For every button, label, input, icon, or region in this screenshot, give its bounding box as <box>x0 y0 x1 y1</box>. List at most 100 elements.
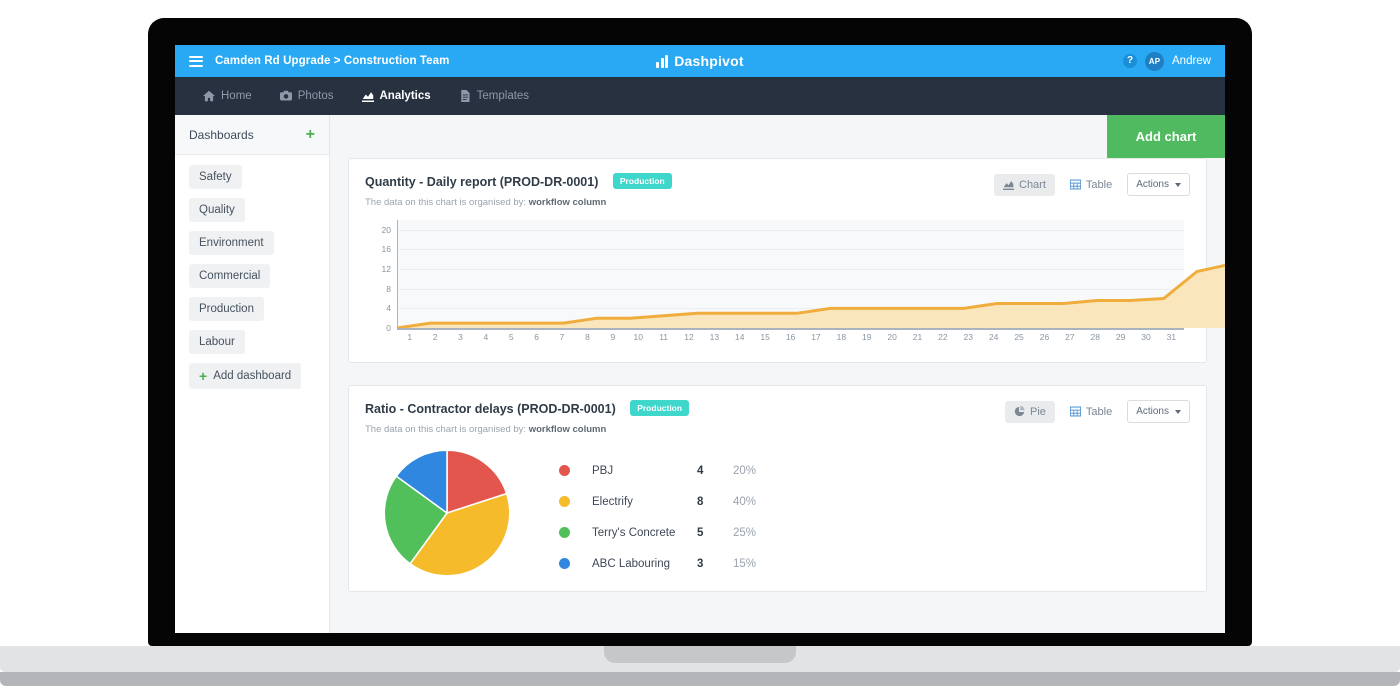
legend-label: ABC Labouring <box>592 557 670 570</box>
view-toggle-table[interactable]: Table <box>1061 401 1121 423</box>
status-badge: Production <box>612 172 672 189</box>
card-title-wrap: Quantity - Daily report (PROD-DR-0001) P… <box>365 172 994 208</box>
sidebar-item-environment[interactable]: Environment <box>189 231 274 255</box>
card-controls: Chart Table Actions <box>994 173 1190 196</box>
browser-screen: Camden Rd Upgrade > Construction Team Da… <box>175 45 1225 633</box>
sidebar: Dashboards + Safety Quality Environment … <box>175 115 330 633</box>
actions-dropdown[interactable]: Actions <box>1127 173 1190 196</box>
analytics-icon <box>361 90 374 102</box>
card-header: Ratio - Contractor delays (PROD-DR-0001)… <box>365 399 1190 435</box>
card-title-wrap: Ratio - Contractor delays (PROD-DR-0001)… <box>365 399 1005 435</box>
nav-item-home[interactable]: Home <box>191 77 264 115</box>
help-icon[interactable]: ? <box>1123 54 1137 68</box>
legend-color-dot <box>559 558 570 569</box>
view-toggle-pie-label: Pie <box>1030 405 1046 418</box>
x-axis-tick-label: 16 <box>785 332 796 342</box>
view-toggle-table-label: Table <box>1085 405 1113 418</box>
x-axis-tick-label: 30 <box>1141 332 1151 342</box>
x-axis-tick-label: 27 <box>1065 332 1075 342</box>
avatar[interactable]: AP <box>1145 51 1164 71</box>
x-axis-tick-label: 17 <box>811 332 821 342</box>
card-subtitle-strong: workflow column <box>528 424 607 435</box>
x-axis-line <box>397 328 1184 330</box>
legend-item: ABC Labouring 3 15% <box>559 548 756 579</box>
sidebar-item-quality[interactable]: Quality <box>189 198 245 222</box>
view-toggle-table[interactable]: Table <box>1061 174 1121 196</box>
document-icon <box>459 90 471 102</box>
x-axis-tick-label: 28 <box>1090 332 1100 342</box>
nav-label: Photos <box>297 90 334 102</box>
app-body: Dashboards + Safety Quality Environment … <box>175 115 1225 633</box>
card-subtitle-prefix: The data on this chart is organised by: <box>365 197 527 208</box>
legend-item: Terry's Concrete 5 25% <box>559 517 756 548</box>
home-icon <box>203 90 215 102</box>
legend-value: 4 <box>697 464 704 477</box>
brand: Dashpivot <box>620 53 780 69</box>
nav-label: Home <box>221 90 252 102</box>
y-axis-tick-label: 4 <box>386 303 391 314</box>
nav-item-analytics[interactable]: Analytics <box>350 77 443 115</box>
add-dashboard-label: Add dashboard <box>213 370 292 382</box>
camera-icon <box>279 90 292 102</box>
x-axis-tick-label: 23 <box>963 332 974 342</box>
user-name[interactable]: Andrew <box>1172 55 1211 67</box>
x-axis-tick-label: 22 <box>938 332 948 342</box>
x-axis-tick-label: 5 <box>508 332 514 342</box>
legend-label: Electrify <box>592 495 633 508</box>
chart-card-list: Quantity - Daily report (PROD-DR-0001) P… <box>330 158 1225 592</box>
x-axis-tick-label: 12 <box>684 332 694 342</box>
breadcrumb[interactable]: Camden Rd Upgrade > Construction Team <box>215 55 449 67</box>
sidebar-item-safety[interactable]: Safety <box>189 165 242 189</box>
x-axis-tick-label: 24 <box>988 332 999 342</box>
x-axis-tick-label: 4 <box>483 332 489 342</box>
actions-dropdown[interactable]: Actions <box>1127 400 1190 423</box>
sidebar-header: Dashboards + <box>175 115 329 155</box>
actions-label: Actions <box>1136 406 1169 417</box>
legend-value: 5 <box>697 526 704 539</box>
y-axis-ticks: 0 4 8 12 16 20 <box>365 220 397 333</box>
legend-percent: 25% <box>733 526 757 539</box>
chart-card-ratio: Ratio - Contractor delays (PROD-DR-0001)… <box>348 385 1207 592</box>
legend-item: PBJ 4 20% <box>559 455 756 486</box>
x-axis-tick-label: 15 <box>760 332 770 342</box>
x-axis-tick-label: 7 <box>559 332 565 342</box>
sidebar-item-labour[interactable]: Labour <box>189 330 245 354</box>
nav-item-photos[interactable]: Photos <box>268 77 346 115</box>
view-toggle-chart-label: Chart <box>1019 178 1046 191</box>
main-toolbar: Add chart <box>330 115 1225 158</box>
card-header: Quantity - Daily report (PROD-DR-0001) P… <box>365 172 1190 208</box>
view-toggle-pie[interactable]: Pie <box>1005 400 1055 423</box>
x-axis-tick-label: 20 <box>887 332 897 342</box>
sidebar-item-production[interactable]: Production <box>189 297 264 321</box>
x-axis-tick-label: 21 <box>912 332 923 342</box>
main-content: Add chart Quantity - Daily report (PROD-… <box>330 115 1225 633</box>
sidebar-item-commercial[interactable]: Commercial <box>189 264 271 288</box>
view-toggle-chart[interactable]: Chart <box>994 173 1055 196</box>
x-axis-ticks: 1 2 3 4 5 6 7 8 9 10 11 12 13 14 15 16 17 18 19 20 21 22 23 24 2… <box>397 332 1184 342</box>
y-axis-tick-label: 16 <box>381 244 391 255</box>
add-dashboard-button[interactable]: + Add dashboard <box>189 363 302 389</box>
chevron-down-icon <box>1175 409 1181 414</box>
legend-percent: 20% <box>733 464 757 477</box>
topbar-right: ? AP Andrew <box>1123 51 1225 71</box>
dashpivot-logo-icon <box>656 54 669 68</box>
x-axis-tick-label: 19 <box>861 332 872 342</box>
x-axis-tick-label: 13 <box>709 332 720 342</box>
y-axis-tick-label: 20 <box>381 224 391 235</box>
top-bar: Camden Rd Upgrade > Construction Team Da… <box>175 45 1225 77</box>
view-toggle-table-label: Table <box>1085 178 1113 191</box>
card-subtitle-prefix: The data on this chart is organised by: <box>365 424 527 435</box>
x-axis-tick-label: 6 <box>534 332 540 342</box>
chevron-down-icon <box>1175 182 1181 187</box>
x-axis-tick-label: 10 <box>633 332 643 342</box>
y-axis-tick-label: 12 <box>381 264 391 275</box>
pie-legend: PBJ 4 20% Electrify 8 40% Terry's Concrete 5 25%… <box>559 455 756 579</box>
plus-icon[interactable]: + <box>306 126 315 143</box>
x-axis-tick-label: 1 <box>407 332 413 342</box>
dashboard-list: Safety Quality Environment Commercial Pr… <box>175 155 329 389</box>
x-axis-tick-label: 2 <box>432 332 438 342</box>
add-chart-button[interactable]: Add chart <box>1107 115 1225 158</box>
nav-item-templates[interactable]: Templates <box>447 77 541 115</box>
x-axis-tick-label: 3 <box>458 332 463 342</box>
hamburger-icon[interactable] <box>189 55 203 67</box>
